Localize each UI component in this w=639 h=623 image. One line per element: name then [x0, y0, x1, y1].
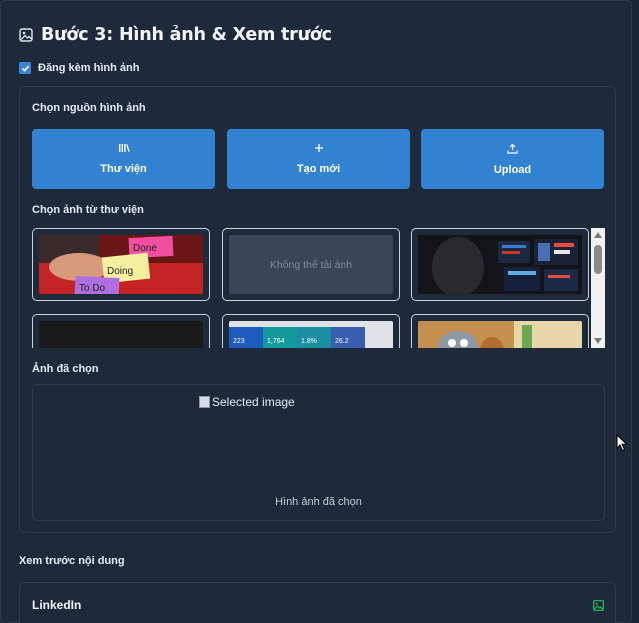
- attach-image-checkbox[interactable]: [19, 62, 31, 74]
- gallery-thumb-dashboard[interactable]: 223 1,764 1.8% 26.2: [222, 314, 400, 348]
- upload-button[interactable]: Upload: [421, 129, 604, 189]
- failed-image-text: Không thể tải ảnh: [269, 258, 353, 271]
- selected-image: Selected image: [199, 395, 295, 409]
- library-button[interactable]: Thư viện: [32, 129, 215, 189]
- scrollbar-thumb[interactable]: [594, 245, 602, 274]
- page-title: Bước 3: Hình ảnh & Xem trước: [41, 25, 332, 45]
- gallery-thumb-failed[interactable]: Không thể tải ảnh: [222, 228, 400, 301]
- upload-button-label: Upload: [493, 163, 532, 176]
- gallery-thumb-sticky-notes[interactable]: Done Doing To Do: [32, 228, 210, 301]
- library-icon: [118, 143, 130, 153]
- scroll-down-arrow-icon[interactable]: [594, 338, 602, 344]
- section-header: Bước 3: Hình ảnh & Xem trước: [19, 23, 332, 47]
- gallery-thumb-dark[interactable]: [32, 314, 210, 348]
- library-gallery: Done Doing To Do Không thể tải ảnh 223 1…: [32, 228, 605, 348]
- attach-image-label: Đăng kèm hình ảnh: [38, 62, 140, 74]
- selected-image-frame: Selected image Hình ảnh đã chọn: [32, 384, 605, 521]
- cartoon-image: [418, 321, 582, 348]
- sticky-note-doing: Doing: [107, 266, 133, 277]
- image-source-label: Chọn nguồn hình ảnh: [32, 102, 146, 114]
- sticky-note-done: Done: [133, 243, 157, 254]
- gallery-thumb-cartoon[interactable]: [411, 314, 589, 348]
- image-source-card: Chọn nguồn hình ảnh Thư viện Tạo mới Upl…: [19, 86, 616, 533]
- gallery-scrollbar[interactable]: [591, 228, 605, 348]
- dashboard-metric-1: 223: [233, 338, 245, 345]
- library-gallery-label: Chọn ảnh từ thư viện: [32, 204, 144, 216]
- attached-image-icon: [593, 598, 604, 616]
- sticky-notes-image: Done Doing To Do: [39, 235, 203, 294]
- trading-monitors-image: [418, 235, 582, 294]
- mouse-cursor-icon: [616, 433, 628, 457]
- linkedin-preview-card: LinkedIn: [19, 582, 616, 623]
- plus-icon: [314, 143, 324, 153]
- create-new-button[interactable]: Tạo mới: [227, 129, 410, 189]
- content-preview-label: Xem trước nội dung: [19, 555, 125, 567]
- broken-image-icon: [199, 396, 210, 408]
- gallery-thumb-monitors[interactable]: [411, 228, 589, 301]
- dashboard-metric-4: 26.2: [335, 338, 349, 345]
- dashboard-metric-3: 1.8%: [301, 338, 317, 345]
- scroll-up-arrow-icon[interactable]: [594, 232, 602, 238]
- selected-image-label: Ảnh đã chọn: [32, 363, 99, 375]
- preview-platform-name: LinkedIn: [32, 598, 82, 612]
- failed-image-placeholder: Không thể tải ảnh: [229, 235, 393, 294]
- upload-icon: [507, 143, 518, 154]
- dark-texture-image: [39, 321, 203, 348]
- sticky-note-todo: To Do: [79, 283, 106, 294]
- selected-image-caption: Hình ảnh đã chọn: [275, 496, 362, 508]
- dashboard-metric-2: 1,764: [267, 338, 285, 345]
- selected-image-alt: Selected image: [212, 395, 295, 409]
- attach-image-toggle[interactable]: Đăng kèm hình ảnh: [19, 61, 139, 75]
- step-3-panel: Bước 3: Hình ảnh & Xem trước Đăng kèm hì…: [0, 0, 632, 623]
- library-button-label: Thư viện: [100, 163, 147, 175]
- analytics-dashboard-image: 223 1,764 1.8% 26.2: [229, 321, 393, 348]
- image-icon: [19, 28, 33, 42]
- create-new-button-label: Tạo mới: [296, 163, 341, 175]
